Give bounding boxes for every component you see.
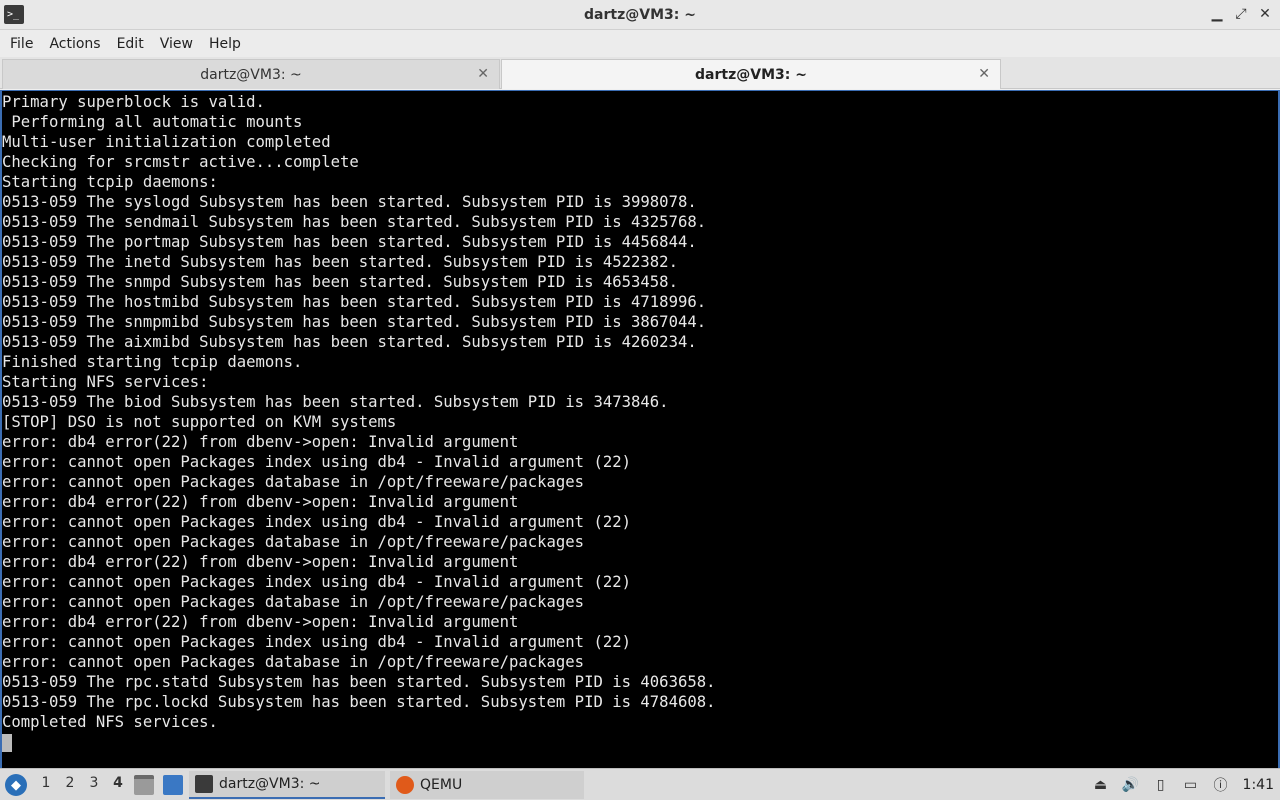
terminal-line: error: db4 error(22) from dbenv->open: I…	[2, 433, 519, 451]
tab-label: dartz@VM3: ~	[200, 66, 302, 83]
tab-2[interactable]: dartz@VM3: ~ ✕	[501, 59, 1001, 89]
window-controls: ▁ ⤢ ✕	[1208, 4, 1274, 24]
system-tray: ⏏ 🔊 ▯ ▭ ⓘ 1:41	[1091, 769, 1280, 800]
terminal-line: error: cannot open Packages index using …	[2, 633, 632, 651]
workspace-1[interactable]: 1	[34, 775, 58, 791]
terminal-line: 0513-059 The aixmibd Subsystem has been …	[2, 333, 697, 351]
terminal-line: 0513-059 The biod Subsystem has been sta…	[2, 393, 669, 411]
workspace-3[interactable]: 3	[82, 775, 106, 791]
tab-1[interactable]: dartz@VM3: ~ ✕	[2, 59, 500, 89]
terminal-line: Performing all automatic mounts	[2, 113, 303, 131]
terminal-cursor	[2, 733, 12, 752]
task-qemu[interactable]: QEMU	[390, 771, 584, 799]
terminal-line: 0513-059 The sendmail Subsystem has been…	[2, 213, 707, 231]
terminal-line: 0513-059 The snmpmibd Subsystem has been…	[2, 313, 707, 331]
terminal-line: Multi-user initialization completed	[2, 133, 331, 151]
window-title: dartz@VM3: ~	[584, 6, 696, 23]
menu-help[interactable]: Help	[201, 36, 249, 52]
terminal-line: error: db4 error(22) from dbenv->open: I…	[2, 613, 519, 631]
terminal-line: error: cannot open Packages index using …	[2, 573, 632, 591]
menu-actions[interactable]: Actions	[41, 36, 108, 52]
terminal-line: error: db4 error(22) from dbenv->open: I…	[2, 493, 519, 511]
terminal-line: Primary superblock is valid.	[2, 93, 265, 111]
notification-icon[interactable]: ⓘ	[1211, 775, 1231, 795]
terminal-line: 0513-059 The snmpd Subsystem has been st…	[2, 273, 678, 291]
terminal-line: Checking for srcmstr active...complete	[2, 153, 359, 171]
eject-icon[interactable]: ⏏	[1091, 775, 1111, 795]
tab-bar: dartz@VM3: ~ ✕ dartz@VM3: ~ ✕	[0, 57, 1280, 89]
terminal-line: 0513-059 The rpc.statd Subsystem has bee…	[2, 673, 716, 691]
terminal-line: [STOP] DSO is not supported on KVM syste…	[2, 413, 397, 431]
workspace-4[interactable]: 4	[106, 775, 130, 791]
maximize-button[interactable]: ⤢	[1232, 4, 1250, 24]
file-manager-icon[interactable]	[134, 775, 154, 795]
terminal-line: error: cannot open Packages index using …	[2, 513, 632, 531]
menu-bar: File Actions Edit View Help	[0, 30, 1280, 57]
close-tab-icon[interactable]: ✕	[978, 66, 990, 82]
close-button[interactable]: ✕	[1256, 4, 1274, 24]
task-label: dartz@VM3: ~	[219, 776, 321, 792]
volume-icon[interactable]: 🔊	[1121, 775, 1141, 795]
qemu-icon	[396, 776, 414, 794]
terminal-icon	[195, 775, 213, 793]
terminal-line: error: cannot open Packages database in …	[2, 473, 585, 491]
terminal-line: error: cannot open Packages database in …	[2, 593, 585, 611]
close-tab-icon[interactable]: ✕	[477, 66, 489, 82]
menu-view[interactable]: View	[152, 36, 201, 52]
workspace-switcher: 1 2 3 4	[34, 775, 130, 791]
terminal-line: Finished starting tcpip daemons.	[2, 353, 303, 371]
terminal-output[interactable]: Primary superblock is valid. Performing …	[0, 90, 1280, 768]
terminal-line: 0513-059 The rpc.lockd Subsystem has bee…	[2, 693, 716, 711]
menu-edit[interactable]: Edit	[109, 36, 152, 52]
terminal-line: error: cannot open Packages database in …	[2, 653, 585, 671]
workspace-2[interactable]: 2	[58, 775, 82, 791]
clock[interactable]: 1:41	[1243, 777, 1274, 793]
taskbar: ◆ 1 2 3 4 dartz@VM3: ~ QEMU ⏏ 🔊 ▯ ▭ ⓘ 1:…	[0, 768, 1280, 800]
task-label: QEMU	[420, 777, 463, 793]
terminal-line: Completed NFS services.	[2, 713, 218, 731]
show-desktop-icon[interactable]	[163, 775, 183, 795]
terminal-line: 0513-059 The portmap Subsystem has been …	[2, 233, 697, 251]
tab-label: dartz@VM3: ~	[695, 66, 807, 83]
start-menu-icon[interactable]: ◆	[5, 774, 27, 796]
terminal-line: 0513-059 The hostmibd Subsystem has been…	[2, 293, 707, 311]
task-terminal[interactable]: dartz@VM3: ~	[189, 771, 385, 799]
terminal-icon: >_	[4, 5, 24, 24]
terminal-line: Starting tcpip daemons:	[2, 173, 218, 191]
clipboard-icon[interactable]: ▯	[1151, 775, 1171, 795]
terminal-line: error: cannot open Packages index using …	[2, 453, 632, 471]
prompt-line	[2, 732, 1278, 752]
terminal-line: 0513-059 The inetd Subsystem has been st…	[2, 253, 678, 271]
minimize-button[interactable]: ▁	[1208, 4, 1226, 24]
terminal-line: error: cannot open Packages database in …	[2, 533, 585, 551]
window-titlebar: >_ dartz@VM3: ~ ▁ ⤢ ✕	[0, 0, 1280, 30]
menu-file[interactable]: File	[2, 36, 41, 52]
network-icon[interactable]: ▭	[1181, 775, 1201, 795]
terminal-lines: Primary superblock is valid. Performing …	[2, 91, 1278, 732]
terminal-line: Starting NFS services:	[2, 373, 209, 391]
terminal-line: 0513-059 The syslogd Subsystem has been …	[2, 193, 697, 211]
terminal-line: error: db4 error(22) from dbenv->open: I…	[2, 553, 519, 571]
